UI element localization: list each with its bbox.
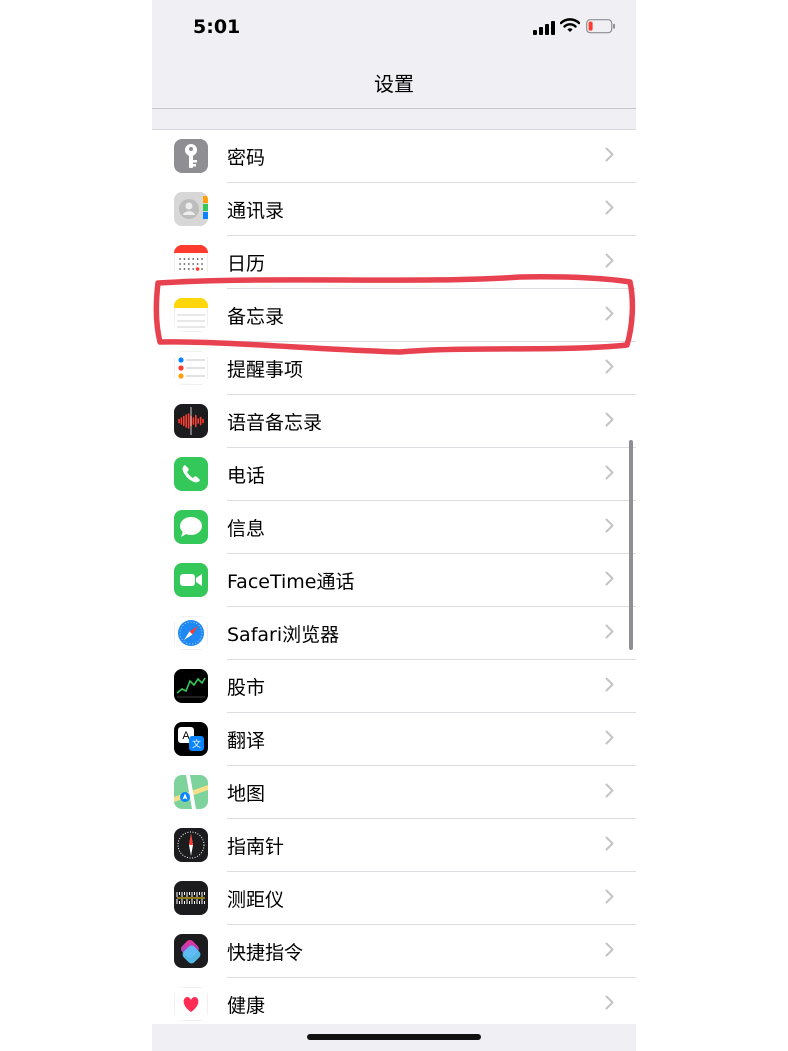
- chevron-right-icon: [605, 412, 614, 431]
- translate-icon: A文: [174, 722, 208, 756]
- chevron-right-icon: [605, 518, 614, 537]
- settings-row[interactable]: A 文翻译: [152, 713, 636, 766]
- measure-icon: [174, 881, 208, 915]
- svg-text:文: 文: [192, 738, 201, 750]
- safari-icon: [174, 616, 208, 650]
- phone-icon: [174, 457, 208, 491]
- voice-memos-icon: [174, 404, 208, 438]
- chevron-right-icon: [605, 783, 614, 802]
- settings-row-label: 提醒事项: [227, 359, 304, 381]
- battery-icon: [586, 19, 616, 38]
- chevron-right-icon: [605, 942, 614, 961]
- contacts-icon: [174, 192, 208, 226]
- settings-row-label: 日历: [227, 253, 266, 275]
- settings-row[interactable]: 快捷指令: [152, 925, 636, 978]
- settings-row-label: 备忘录: [227, 306, 285, 328]
- settings-row-label: 语音备忘录: [227, 412, 323, 434]
- settings-row-label: 地图: [227, 783, 266, 805]
- settings-row-label: 股市: [227, 677, 266, 699]
- stocks-icon: [174, 669, 208, 703]
- chevron-right-icon: [605, 200, 614, 219]
- health-icon: [174, 987, 208, 1021]
- settings-row[interactable]: 备忘录: [152, 289, 636, 342]
- settings-row-label: 测距仪: [227, 889, 285, 911]
- settings-row[interactable]: 信息: [152, 501, 636, 554]
- home-indicator[interactable]: [307, 1034, 481, 1040]
- status-bar: 5:01: [152, 0, 636, 60]
- cellular-signal-icon: [533, 20, 557, 39]
- settings-row[interactable]: 测距仪: [152, 872, 636, 925]
- settings-row-label: 密码: [227, 147, 266, 169]
- notes-icon: [174, 298, 208, 332]
- settings-row-label: 快捷指令: [227, 942, 304, 964]
- chevron-right-icon: [605, 730, 614, 749]
- scrollbar[interactable]: [629, 440, 633, 650]
- chevron-right-icon: [605, 995, 614, 1014]
- chevron-right-icon: [605, 624, 614, 643]
- settings-row[interactable]: FaceTime通话: [152, 554, 636, 607]
- settings-row-label: Safari浏览器: [227, 624, 340, 646]
- settings-row-label: 翻译: [227, 730, 266, 752]
- settings-row[interactable]: 语音备忘录: [152, 395, 636, 448]
- settings-row[interactable]: 提醒事项: [152, 342, 636, 395]
- chevron-right-icon: [605, 889, 614, 908]
- settings-row[interactable]: 指南针: [152, 819, 636, 872]
- settings-list: 密码通讯录日历备忘录提醒事项语音备忘录电话信息 FaceTime通话 Safari浏…: [152, 129, 636, 1025]
- status-time: 5:01: [193, 16, 241, 38]
- chevron-right-icon: [605, 306, 614, 325]
- chevron-right-icon: [605, 571, 614, 590]
- compass-icon: [174, 828, 208, 862]
- maps-icon: [174, 775, 208, 809]
- page-title: 设置: [374, 72, 414, 96]
- settings-row[interactable]: Safari浏览器: [152, 607, 636, 660]
- settings-row-label: FaceTime通话: [227, 571, 355, 593]
- settings-row[interactable]: 股市: [152, 660, 636, 713]
- settings-row[interactable]: 日历: [152, 236, 636, 289]
- calendar-icon: [174, 245, 208, 279]
- settings-row[interactable]: 电话: [152, 448, 636, 501]
- reminders-icon: [174, 351, 208, 385]
- wifi-icon: [559, 17, 581, 37]
- settings-screen: 5:01 设置 密码 通讯录 日历 备忘录 提醒事项 语音备忘录 电话 信息 F…: [152, 0, 636, 1051]
- chevron-right-icon: [605, 359, 614, 378]
- settings-row[interactable]: 密码: [152, 130, 636, 183]
- shortcuts-icon: [174, 934, 208, 968]
- facetime-icon: [174, 563, 208, 597]
- settings-row-label: 通讯录: [227, 200, 285, 222]
- messages-icon: [174, 510, 208, 544]
- settings-row-label: 信息: [227, 518, 266, 540]
- key-icon: [174, 139, 208, 173]
- settings-row-label: 电话: [227, 465, 266, 487]
- chevron-right-icon: [605, 465, 614, 484]
- settings-row[interactable]: 通讯录: [152, 183, 636, 236]
- chevron-right-icon: [605, 836, 614, 855]
- navigation-bar: 设置: [152, 60, 636, 109]
- settings-row[interactable]: 地图: [152, 766, 636, 819]
- settings-row-label: 健康: [227, 995, 266, 1017]
- chevron-right-icon: [605, 677, 614, 696]
- settings-row-label: 指南针: [227, 836, 285, 858]
- chevron-right-icon: [605, 147, 614, 166]
- chevron-right-icon: [605, 253, 614, 272]
